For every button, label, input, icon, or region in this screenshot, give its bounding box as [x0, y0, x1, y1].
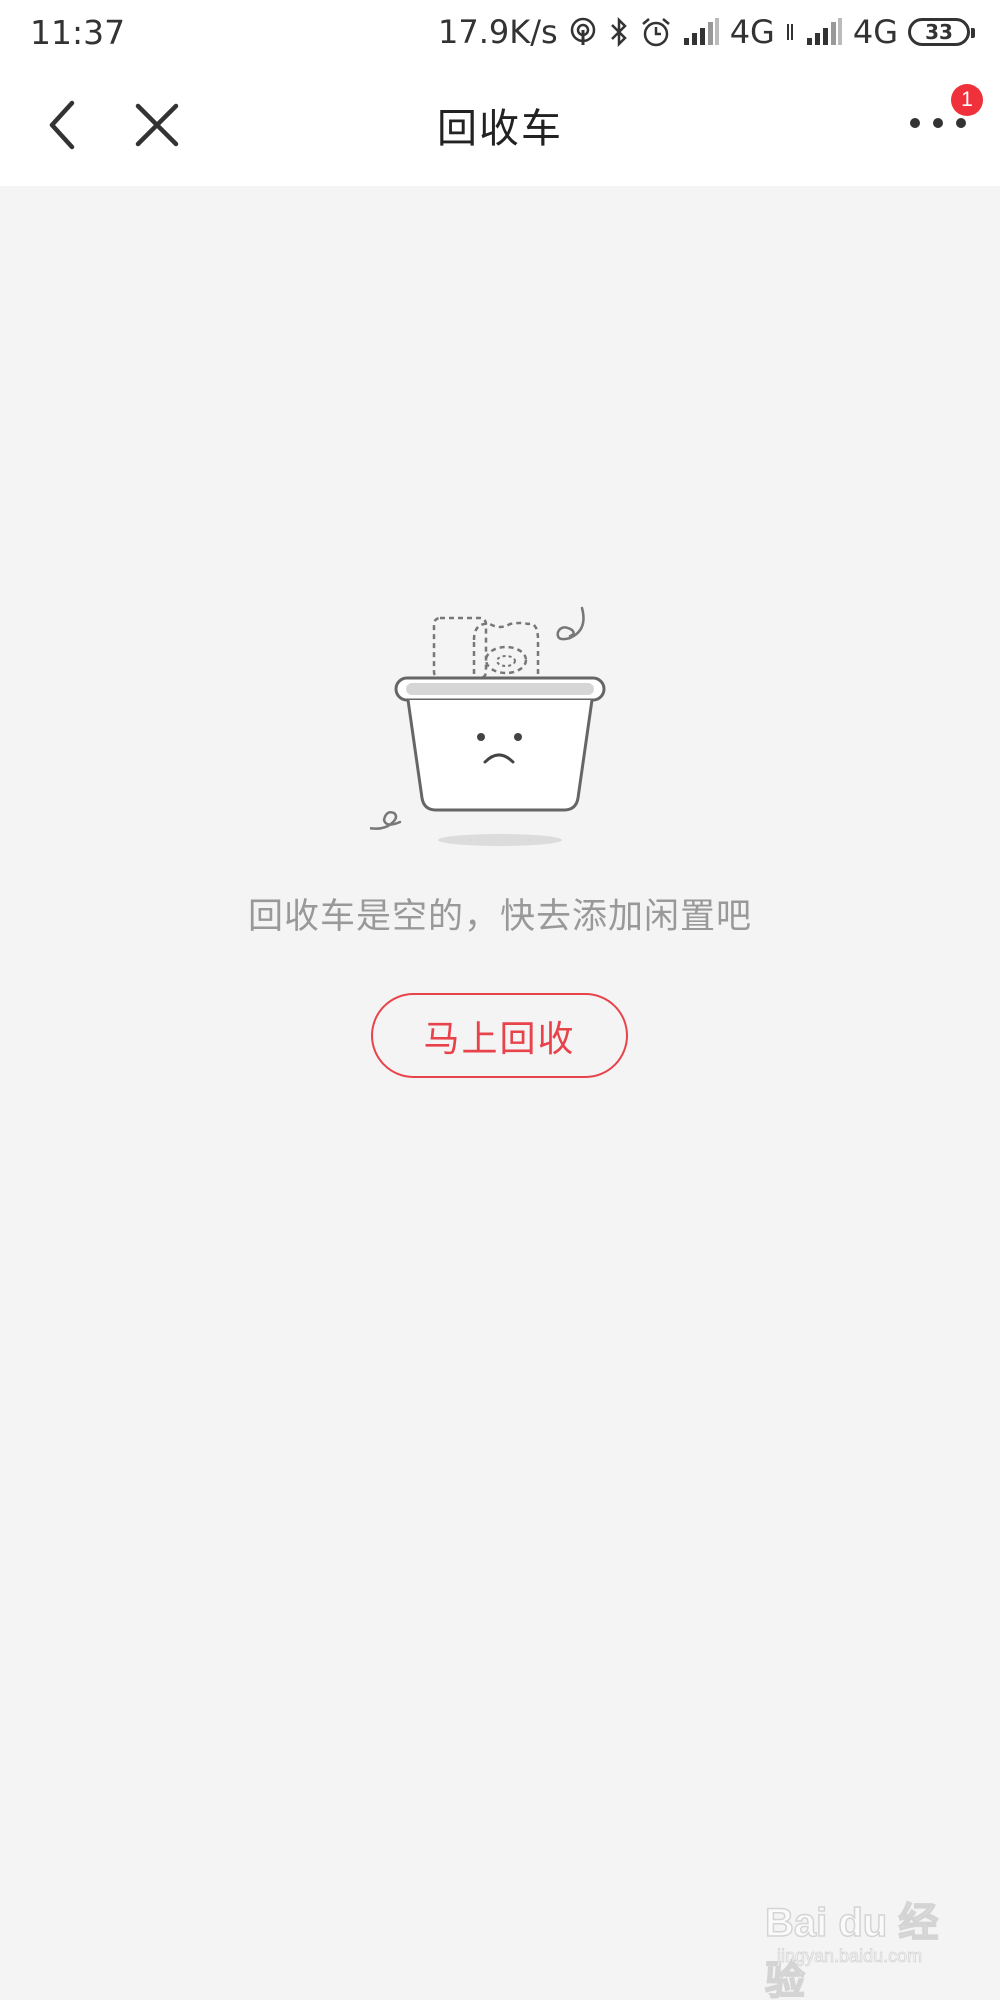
alarm-icon: [640, 16, 672, 48]
status-bar: 11:37 17.9K/s 4G 4G 33: [0, 0, 1000, 64]
page-title: 回收车: [437, 106, 563, 152]
empty-basket-illustration: [366, 600, 630, 860]
network-speed: 17.9K/s: [438, 13, 558, 51]
battery-icon: 33: [908, 18, 975, 46]
watermark-brand: Bai du 经验: [764, 1900, 939, 2000]
battery-level: 33: [925, 20, 953, 44]
signal-icon: [682, 18, 720, 46]
recycle-now-button[interactable]: 马上回收: [371, 993, 628, 1078]
status-icons: 17.9K/s 4G 4G 33: [438, 13, 975, 51]
dot: [933, 118, 943, 128]
dot: [956, 118, 966, 128]
notification-badge: 1: [951, 84, 983, 116]
signal-icon: [805, 18, 843, 46]
hotspot-icon: [568, 17, 598, 47]
status-time: 11:37: [30, 12, 126, 52]
bluetooth-icon: [608, 16, 630, 48]
nav-bar: 回收车: [0, 64, 1000, 186]
more-dots: [910, 118, 966, 128]
data-arrows-icon: [785, 22, 795, 42]
baidu-watermark: Bai du 经验 jingyan.baidu.com: [764, 1890, 965, 2000]
dot: [910, 118, 920, 128]
empty-message: 回收车是空的，快去添加闲置吧: [247, 897, 752, 937]
watermark-url: jingyan.baidu.com: [777, 1946, 923, 1967]
signal-1-label: 4G: [729, 13, 775, 51]
signal-2-label: 4G: [852, 13, 898, 51]
